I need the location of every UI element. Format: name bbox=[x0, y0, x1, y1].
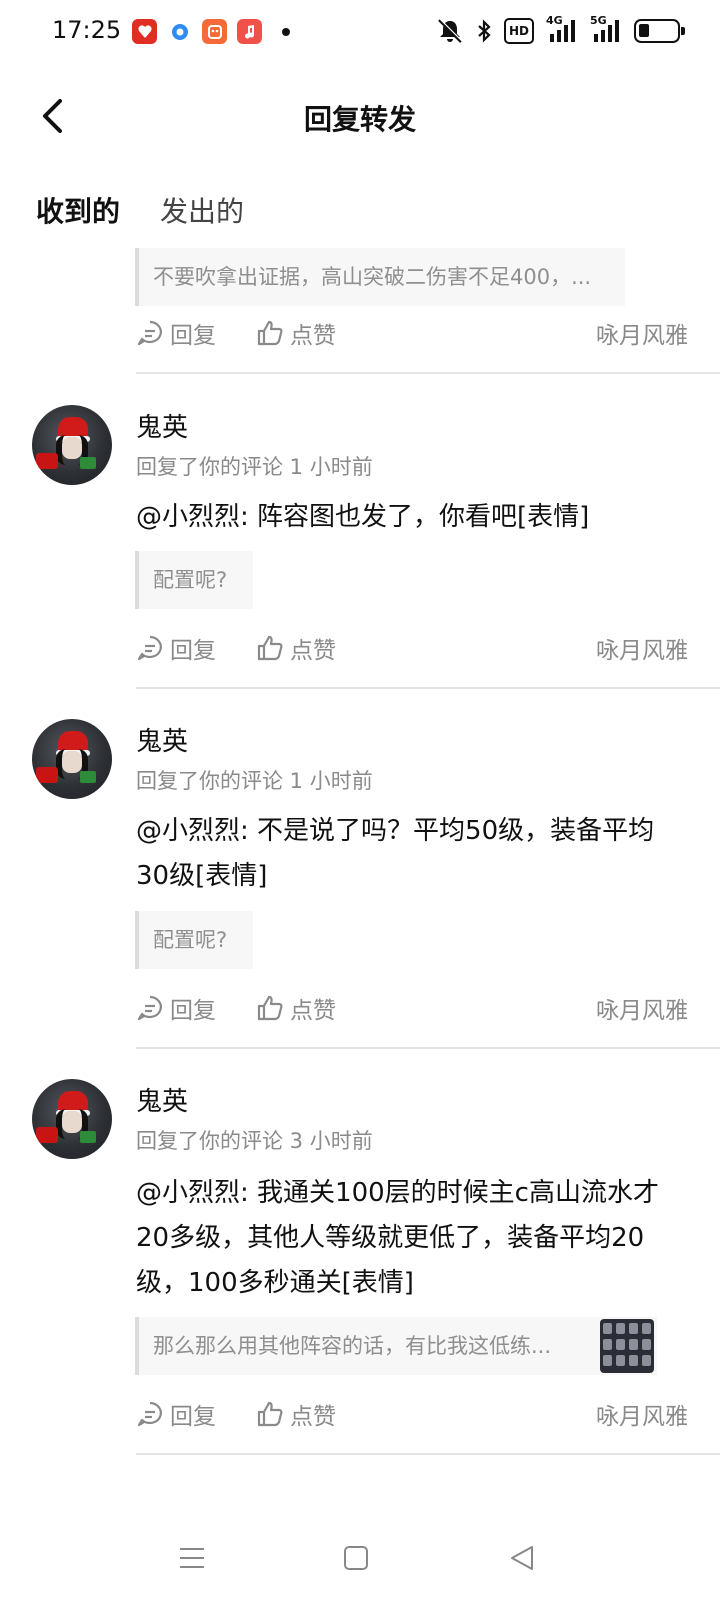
reply-button[interactable]: 回复 bbox=[136, 316, 216, 350]
reply-button[interactable]: 回复 bbox=[136, 1397, 216, 1431]
system-status-icons: HD 4G 5G bbox=[436, 14, 685, 44]
item-divider bbox=[136, 1453, 720, 1455]
comment-icon bbox=[137, 320, 162, 346]
mute-bell-icon bbox=[436, 18, 464, 44]
comment-icon bbox=[137, 635, 162, 661]
comment-icon bbox=[137, 995, 162, 1021]
thumbs-up-icon bbox=[257, 635, 283, 661]
original-author[interactable]: 咏月风雅 bbox=[596, 316, 688, 350]
original-author[interactable]: 咏月风雅 bbox=[596, 631, 688, 665]
quoted-image-thumbnail[interactable] bbox=[600, 1319, 654, 1373]
like-button[interactable]: 点赞 bbox=[256, 991, 336, 1025]
pinduoduo-icon bbox=[132, 19, 157, 44]
username[interactable]: 鬼英 bbox=[136, 1081, 188, 1118]
avatar[interactable] bbox=[32, 1079, 112, 1159]
reply-meta: 回复了你的评论 1 小时前 bbox=[136, 455, 373, 479]
browser-icon bbox=[167, 19, 192, 44]
username[interactable]: 鬼英 bbox=[136, 721, 188, 758]
signal-5g-icon: 5G bbox=[588, 14, 622, 44]
menu-icon bbox=[180, 1548, 204, 1568]
like-label: 点赞 bbox=[290, 1404, 336, 1430]
signal-5g-label: 5G bbox=[590, 14, 607, 27]
triangle-back-icon bbox=[511, 1546, 533, 1570]
list-item: 不要吹拿出证据，高山突破二伤害不足400，... 回复 点赞 咏月风雅 bbox=[0, 248, 720, 378]
like-label: 点赞 bbox=[290, 638, 336, 664]
quoted-comment[interactable]: 配置呢? bbox=[135, 551, 253, 609]
reply-label: 回复 bbox=[170, 323, 216, 349]
like-button[interactable]: 点赞 bbox=[256, 631, 336, 665]
status-time: 17:25 bbox=[52, 16, 122, 44]
home-button[interactable] bbox=[336, 1538, 376, 1578]
list-item: 鬼英 回复了你的评论 3 小时前 @小烈烈: 我通关100层的时候主c高山流水才… bbox=[0, 1079, 720, 1459]
page-title: 回复转发 bbox=[303, 103, 416, 136]
original-author[interactable]: 咏月风雅 bbox=[596, 991, 688, 1025]
reply-label: 回复 bbox=[170, 998, 216, 1024]
game-icon bbox=[202, 19, 227, 44]
quoted-comment[interactable]: 那么那么用其他阵容的话，有比我这低练... bbox=[135, 1317, 657, 1375]
comment-content: @小烈烈: 阵容图也发了，你看吧[表情] bbox=[136, 502, 590, 532]
item-actions: 回复 点赞 咏月风雅 bbox=[136, 1397, 688, 1437]
reply-meta: 回复了你的评论 3 小时前 bbox=[136, 1129, 373, 1153]
menu-button[interactable] bbox=[172, 1538, 212, 1578]
page-header: 回复转发 bbox=[0, 78, 720, 162]
reply-label: 回复 bbox=[170, 638, 216, 664]
tab-received[interactable]: 收到的 bbox=[36, 190, 120, 230]
item-actions: 回复 点赞 咏月风雅 bbox=[136, 991, 688, 1031]
quoted-comment[interactable]: 不要吹拿出证据，高山突破二伤害不足400，... bbox=[135, 248, 625, 306]
system-nav-bar bbox=[0, 1500, 720, 1612]
signal-4g-label: 4G bbox=[546, 14, 563, 27]
hd-voice-badge: HD bbox=[503, 18, 534, 44]
item-actions: 回复 点赞 咏月风雅 bbox=[136, 316, 688, 356]
like-button[interactable]: 点赞 bbox=[256, 1397, 336, 1431]
comment-content: @小烈烈: 不是说了吗？平均50级，装备平均30级[表情] bbox=[136, 816, 655, 891]
item-actions: 回复 点赞 咏月风雅 bbox=[136, 631, 688, 671]
status-bar: 17:25 HD 4G 5G bbox=[0, 0, 720, 66]
thumbs-up-icon bbox=[257, 1401, 283, 1427]
like-label: 点赞 bbox=[290, 998, 336, 1024]
reply-button[interactable]: 回复 bbox=[136, 991, 216, 1025]
thumbs-up-icon bbox=[257, 320, 283, 346]
avatar[interactable] bbox=[32, 405, 112, 485]
square-home-icon bbox=[344, 1546, 368, 1570]
original-author[interactable]: 咏月风雅 bbox=[596, 1397, 688, 1431]
tab-sent[interactable]: 发出的 bbox=[160, 190, 244, 230]
notification-icons bbox=[132, 19, 290, 44]
reply-label: 回复 bbox=[170, 1404, 216, 1430]
music-icon bbox=[237, 19, 262, 44]
username[interactable]: 鬼英 bbox=[136, 407, 188, 444]
comment-content: @小烈烈: 我通关100层的时候主c高山流水才20多级，其他人等级就更低了，装备… bbox=[136, 1178, 659, 1298]
comment-icon bbox=[137, 1401, 162, 1427]
reply-button[interactable]: 回复 bbox=[136, 631, 216, 665]
reply-meta: 回复了你的评论 1 小时前 bbox=[136, 769, 373, 793]
item-divider bbox=[136, 687, 720, 689]
like-label: 点赞 bbox=[290, 323, 336, 349]
avatar[interactable] bbox=[32, 719, 112, 799]
battery-icon bbox=[634, 19, 685, 43]
item-divider bbox=[136, 372, 720, 374]
tab-bar: 收到的 发出的 bbox=[0, 190, 720, 240]
signal-4g-icon: 4G bbox=[546, 14, 576, 44]
like-button[interactable]: 点赞 bbox=[256, 316, 336, 350]
item-divider bbox=[136, 1047, 720, 1049]
bluetooth-icon bbox=[476, 18, 492, 44]
quoted-comment[interactable]: 配置呢? bbox=[135, 911, 253, 969]
back-nav-button[interactable] bbox=[502, 1538, 542, 1578]
list-item: 鬼英 回复了你的评论 1 小时前 @小烈烈: 阵容图也发了，你看吧[表情] 配置… bbox=[0, 405, 720, 695]
more-notifications-dot bbox=[282, 27, 290, 36]
thumbs-up-icon bbox=[257, 995, 283, 1021]
list-item: 鬼英 回复了你的评论 1 小时前 @小烈烈: 不是说了吗？平均50级，装备平均3… bbox=[0, 719, 720, 1051]
